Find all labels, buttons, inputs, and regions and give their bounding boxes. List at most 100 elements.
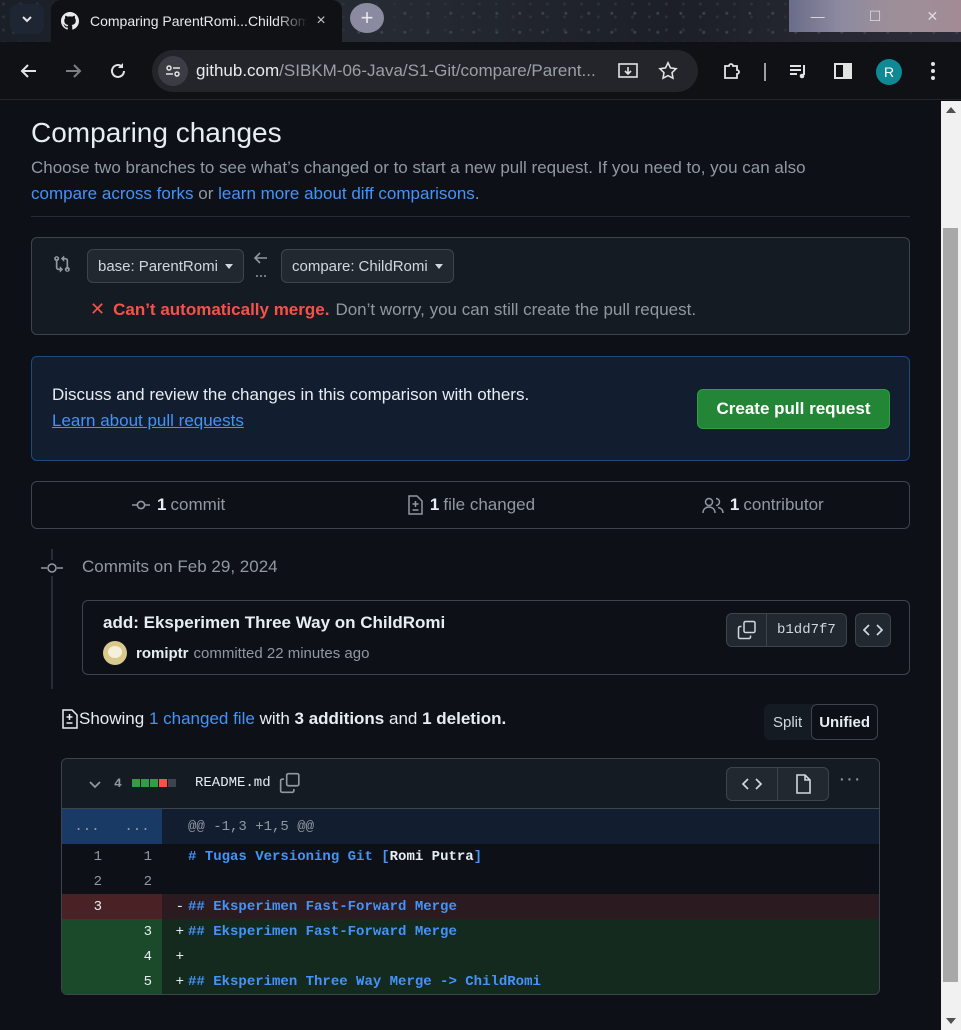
site-info-icon[interactable] [158, 56, 188, 86]
base-branch-select[interactable]: base: ParentRomi [87, 249, 244, 283]
profile-avatar[interactable]: R [876, 59, 902, 85]
diffstat-bar [132, 779, 176, 787]
back-button[interactable] [17, 59, 41, 83]
changed-files-link[interactable]: 1 changed file [149, 709, 255, 729]
arrow-right-icon [66, 64, 82, 78]
avatar[interactable] [103, 641, 127, 665]
old-line-number[interactable] [62, 969, 112, 994]
copy-icon[interactable] [279, 772, 301, 794]
chevron-down-icon[interactable] [88, 777, 102, 791]
browser-tab-strip: Comparing ParentRomi...ChildRomi × + — ☐… [0, 0, 961, 42]
file-name-link[interactable]: README.md [195, 775, 271, 791]
extensions-button[interactable] [720, 59, 744, 83]
summary-commits[interactable]: 1 commit [32, 482, 324, 528]
old-line-number[interactable] [62, 944, 112, 969]
page-scrollbar[interactable] [941, 101, 961, 1030]
new-line-number[interactable]: 4 [112, 944, 162, 969]
reload-button[interactable] [106, 59, 130, 83]
md-link-text: Romi Putra [389, 848, 474, 865]
new-line-number[interactable]: 2 [112, 869, 162, 894]
split-view-button[interactable]: Split [764, 704, 811, 740]
install-app-icon[interactable] [617, 61, 639, 81]
expand-up-button[interactable]: ... [62, 809, 112, 844]
browser-toolbar: github.com/SIBKM-06-Java/S1-Git/compare/… [0, 42, 961, 100]
playlist-music-icon [790, 65, 805, 79]
new-line-number[interactable]: 1 [112, 844, 162, 869]
diffstat-square [141, 779, 149, 787]
browser-tab-active[interactable]: Comparing ParentRomi...ChildRomi × [51, 0, 342, 42]
tab-search-button[interactable] [10, 4, 44, 34]
compare-forks-link[interactable]: compare across forks [31, 184, 194, 203]
hunk-header-row: ... ... @@ -1,3 +1,5 @@ [62, 809, 879, 844]
md-heading-marker: ## [188, 923, 214, 940]
or-text: or [198, 184, 214, 203]
forward-button[interactable] [61, 59, 85, 83]
commit-author[interactable]: romiptr [136, 645, 189, 662]
md-heading-marker: # [188, 848, 205, 865]
diff-line-ctx: 22 [62, 869, 879, 894]
new-line-number[interactable]: 3 [112, 919, 162, 944]
minimize-icon[interactable]: — [789, 0, 846, 32]
old-line-number[interactable]: 3 [62, 894, 112, 919]
create-pull-request-button[interactable]: Create pull request [697, 389, 890, 429]
address-bar[interactable]: github.com/SIBKM-06-Java/S1-Git/compare/… [152, 50, 698, 92]
file-diff: 4 README.md ··· ... ... @@ -1,3 +1,5 @@ … [61, 758, 880, 995]
old-line-number[interactable]: 2 [62, 869, 112, 894]
view-rich-diff-button[interactable] [778, 768, 828, 800]
new-line-number[interactable]: 5 [112, 969, 162, 994]
caret-down-icon [434, 263, 443, 269]
copy-sha-button[interactable] [727, 614, 767, 646]
toolbar-separator [764, 63, 766, 81]
close-window-icon[interactable]: ✕ [904, 0, 961, 32]
kebab-horizontal-icon[interactable]: ··· [838, 769, 862, 795]
new-line-number[interactable] [112, 894, 162, 919]
diff-code [188, 944, 879, 969]
old-line-number[interactable]: 1 [62, 844, 112, 869]
discuss-text: Discuss and review the changes in this c… [52, 385, 530, 404]
diff-line-add: 5 + ## Eksperimen Three Way Merge -> Child… [62, 969, 879, 994]
intro-period: . [474, 184, 480, 203]
diff-line-ctx: 1 1 # Tugas Versioning Git [Romi Putra] [62, 844, 879, 869]
bookmark-star-icon[interactable] [657, 60, 679, 82]
close-tab-icon[interactable]: × [312, 12, 330, 30]
browser-menu-button[interactable] [921, 59, 945, 83]
view-source-button[interactable] [727, 768, 778, 800]
people-icon [702, 497, 724, 514]
summary-files[interactable]: 1 file changed [324, 482, 616, 528]
contributors-label: contributor [743, 495, 824, 514]
commit-meta: romiptr committed 22 minutes ago [103, 641, 369, 665]
file-view-buttons [726, 767, 829, 801]
code-icon [742, 778, 762, 790]
side-panel-button[interactable] [831, 59, 855, 83]
learn-diff-link[interactable]: learn more about diff comparisons [218, 184, 475, 203]
files-label: file changed [443, 495, 536, 514]
expand-down-button[interactable]: ... [112, 809, 162, 844]
file-header: 4 README.md ··· [62, 759, 879, 809]
summary-contributors[interactable]: 1 contributor [617, 482, 909, 528]
compare-branch-select[interactable]: compare: ChildRomi [281, 249, 454, 283]
learn-pull-requests-link[interactable]: Learn about pull requests [52, 411, 244, 431]
compare-branch-name: ChildRomi [358, 257, 428, 275]
unified-view-button[interactable]: Unified [811, 704, 879, 740]
commits-label: commit [170, 495, 226, 514]
commit-sha-link[interactable]: b1dd7f7 [767, 614, 846, 646]
scrollbar-thumb[interactable] [943, 228, 958, 982]
base-prefix: base: [98, 257, 135, 275]
md-heading-text: Eksperimen Three Way Merge -> ChildRomi [213, 973, 541, 990]
diff-sign: + [162, 919, 188, 944]
compare-prefix: compare: [292, 257, 355, 275]
browse-repository-button[interactable] [855, 613, 891, 647]
scroll-up-arrow-icon[interactable] [946, 107, 956, 113]
maximize-icon[interactable]: ☐ [846, 0, 903, 32]
reload-icon [111, 63, 125, 78]
new-tab-button[interactable]: + [350, 3, 384, 33]
showing-label: Showing [79, 709, 145, 728]
scroll-down-arrow-icon[interactable] [946, 1018, 956, 1024]
merge-error-text: Can’t automatically merge. [113, 299, 330, 319]
copy-icon [737, 620, 756, 640]
arrow-left-icon [20, 64, 36, 78]
commit-title-link[interactable]: add: Eksperimen Three Way on ChildRomi [103, 613, 445, 633]
media-button[interactable] [786, 59, 810, 83]
commits-count: 1 [157, 495, 167, 514]
old-line-number[interactable] [62, 919, 112, 944]
